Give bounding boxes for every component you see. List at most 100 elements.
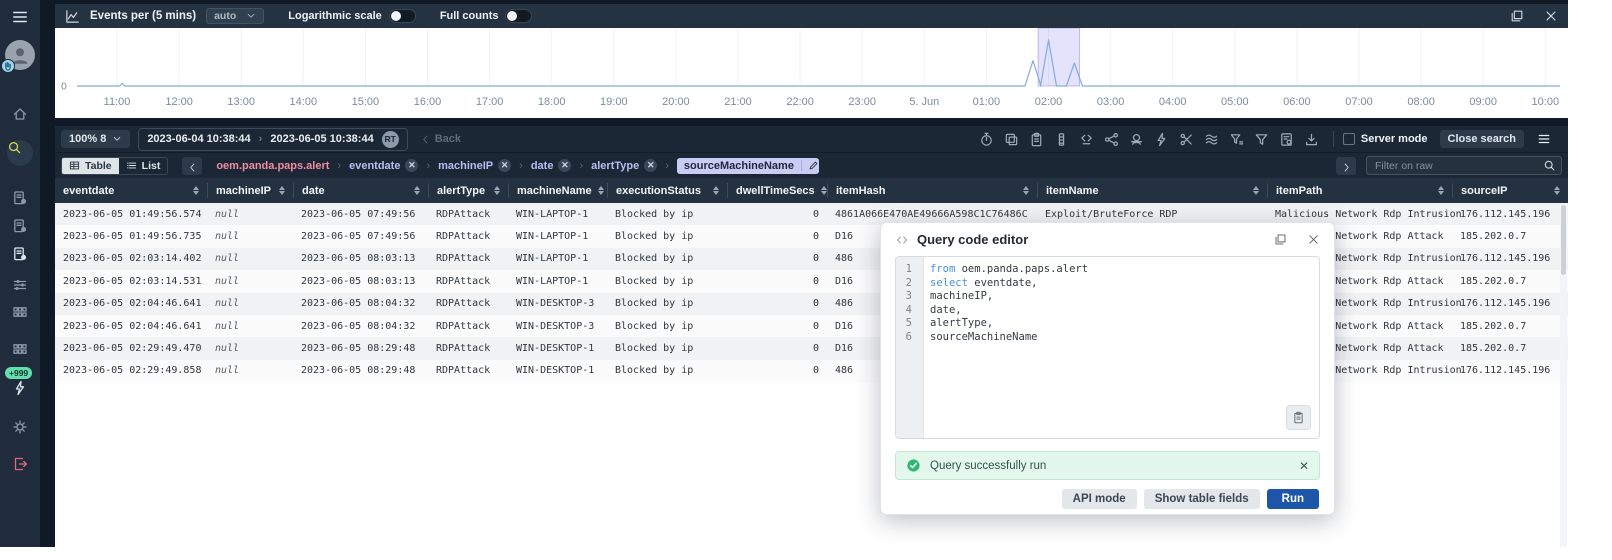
sidebar-item-search[interactable]	[7, 140, 33, 166]
search-icon[interactable]	[1543, 159, 1556, 172]
dismiss-banner-icon[interactable]: ✕	[1299, 459, 1309, 473]
popout-window-icon[interactable]	[1510, 9, 1524, 23]
sidebar-item-sliders[interactable]	[12, 277, 28, 293]
sidebar-item-home[interactable]	[12, 106, 28, 122]
sidebar-item-incident-report[interactable]	[12, 190, 28, 206]
sort-icon[interactable]	[1554, 186, 1560, 195]
incognito-icon[interactable]	[1129, 132, 1144, 147]
sort-icon[interactable]	[820, 186, 827, 195]
zoom-level-value: 100% 8	[69, 133, 107, 145]
download-icon[interactable]	[1304, 132, 1319, 147]
filter-icon[interactable]	[1254, 132, 1269, 147]
field-chip-date[interactable]: date ✕	[531, 159, 572, 172]
realtime-badge[interactable]: RT	[381, 130, 399, 148]
sort-icon[interactable]	[1023, 186, 1029, 195]
chart-relation-icon[interactable]	[1104, 132, 1119, 147]
close-chart-icon[interactable]	[1544, 9, 1558, 23]
interval-select[interactable]: auto	[206, 8, 265, 24]
sidebar-item-incident-report[interactable]	[12, 218, 28, 234]
svg-text:18:00: 18:00	[538, 96, 566, 108]
stream-icon[interactable]	[1204, 132, 1219, 147]
sidebar-item-apps-grid[interactable]	[12, 304, 28, 320]
query-code-editor[interactable]: 1 from oem.panda.paps.alert 2 select eventd…	[895, 256, 1320, 439]
copy-table-icon[interactable]	[1004, 132, 1019, 147]
events-timeline-chart[interactable]: 0 11:00 12:00 13:00 14:00 15:00 16:00 17:00 18:0…	[55, 27, 1568, 118]
sort-icon[interactable]	[494, 186, 500, 195]
popout-window-icon[interactable]	[1274, 233, 1287, 246]
time-range-picker[interactable]: 2023-06-04 10:38:44 › 2023-06-05 10:38:4…	[138, 127, 408, 151]
crumb-scroll-right-button[interactable]	[1336, 156, 1356, 175]
zap-fields-icon[interactable]	[1154, 132, 1169, 147]
scissors-icon[interactable]	[1179, 132, 1194, 147]
field-chip-alertType[interactable]: alertType ✕	[591, 159, 658, 172]
table-row[interactable]: 2023-06-05 02:29:49.858 null 2023-06-05 08…	[55, 359, 1568, 383]
remove-field-icon[interactable]: ✕	[405, 159, 419, 172]
column-header-alertType[interactable]: alertType	[428, 183, 508, 198]
sort-icon[interactable]	[279, 186, 285, 195]
column-header-sourceIP[interactable]: sourceIP	[1452, 183, 1568, 198]
sidebar-item-incident-report[interactable]	[12, 246, 28, 262]
column-view-icon[interactable]	[1054, 132, 1069, 147]
column-header-executionStatus[interactable]: executionStatus	[607, 183, 727, 198]
table-row[interactable]: 2023-06-05 01:49:56.735 null 2023-06-05 07…	[55, 225, 1568, 248]
sort-icon[interactable]	[193, 186, 199, 195]
sort-icon[interactable]	[597, 186, 604, 195]
full-counts-toggle[interactable]	[505, 9, 533, 23]
menu-icon[interactable]	[10, 8, 30, 26]
close-search-button[interactable]: Close search	[1439, 130, 1524, 148]
sidebar-item-apps-grid[interactable]	[12, 341, 28, 357]
column-header-itemName[interactable]: itemName	[1037, 183, 1267, 198]
export-file-icon[interactable]	[1279, 132, 1294, 147]
log-scale-toggle[interactable]	[388, 9, 416, 23]
table-row[interactable]: 2023-06-05 02:03:14.531 null 2023-06-05 08…	[55, 270, 1568, 293]
table-row[interactable]: 2023-06-05 02:03:14.402 null 2023-06-05 08…	[55, 247, 1568, 271]
zoom-level-button[interactable]: 100% 8	[61, 130, 131, 148]
code-snippet-icon[interactable]	[1079, 132, 1094, 147]
show-table-fields-button[interactable]: Show table fields	[1143, 489, 1260, 509]
filter-on-raw-input[interactable]	[1366, 156, 1562, 176]
filter-values-icon[interactable]	[1229, 132, 1244, 147]
run-button[interactable]: Run	[1266, 489, 1319, 509]
table-row[interactable]: 2023-06-05 02:04:46.641 null 2023-06-05 08…	[55, 292, 1568, 315]
sidebar-item-zap[interactable]: +999	[5, 367, 33, 396]
sort-icon[interactable]	[1253, 186, 1259, 195]
column-header-machineIP[interactable]: machineIP	[207, 183, 293, 198]
column-header-eventdate[interactable]: eventdate	[55, 183, 207, 198]
source-repo-label[interactable]: oem.panda.paps.alert	[216, 160, 329, 172]
view-table-button[interactable]: Table	[62, 157, 119, 174]
view-list-button[interactable]: List	[119, 158, 168, 174]
back-button[interactable]: Back	[420, 133, 461, 145]
field-chip-eventdate[interactable]: eventdate ✕	[349, 159, 419, 172]
table-row[interactable]: 2023-06-05 02:29:49.470 null 2023-06-05 08…	[55, 337, 1568, 360]
sort-icon[interactable]	[414, 186, 420, 195]
sort-icon[interactable]	[1438, 186, 1444, 195]
active-field-chip-sourceMachineName[interactable]: sourceMachineName	[676, 157, 819, 174]
edit-pencil-icon[interactable]	[800, 160, 818, 171]
column-header-dwellTimeSecs[interactable]: dwellTimeSecs	[727, 183, 827, 198]
sidebar-item-logout[interactable]	[12, 456, 28, 472]
api-mode-button[interactable]: API mode	[1061, 489, 1137, 509]
close-modal-icon[interactable]	[1307, 233, 1320, 246]
remove-field-icon[interactable]: ✕	[644, 159, 658, 172]
remove-field-icon[interactable]: ✕	[498, 159, 512, 172]
apps-grid-icon	[12, 341, 28, 357]
options-menu-icon[interactable]	[1536, 132, 1552, 146]
column-label: sourceIP	[1461, 184, 1508, 197]
column-header-itemPath[interactable]: itemPath	[1267, 183, 1452, 198]
history-timer-icon[interactable]	[979, 132, 994, 147]
field-chip-machineIP[interactable]: machineIP ✕	[438, 159, 512, 172]
avatar[interactable]	[1, 40, 35, 73]
sort-icon[interactable]	[713, 186, 719, 195]
clipboard-icon[interactable]	[1029, 132, 1044, 147]
remove-field-icon[interactable]: ✕	[558, 159, 572, 172]
sidebar-item-gear[interactable]	[12, 419, 28, 435]
column-header-date[interactable]: date	[293, 183, 428, 198]
table-row[interactable]: 2023-06-05 01:49:56.574 null 2023-06-05 07…	[55, 203, 1568, 226]
copy-query-button[interactable]	[1286, 405, 1311, 430]
crumb-scroll-left-button[interactable]	[182, 156, 203, 175]
column-header-itemHash[interactable]: itemHash	[827, 183, 1037, 198]
table-row[interactable]: 2023-06-05 02:04:46.641 null 2023-06-05 08…	[55, 314, 1568, 338]
table-scrollbar[interactable]	[1560, 203, 1567, 547]
server-mode-checkbox[interactable]	[1342, 133, 1355, 145]
column-header-machineName[interactable]: machineName	[508, 183, 607, 198]
